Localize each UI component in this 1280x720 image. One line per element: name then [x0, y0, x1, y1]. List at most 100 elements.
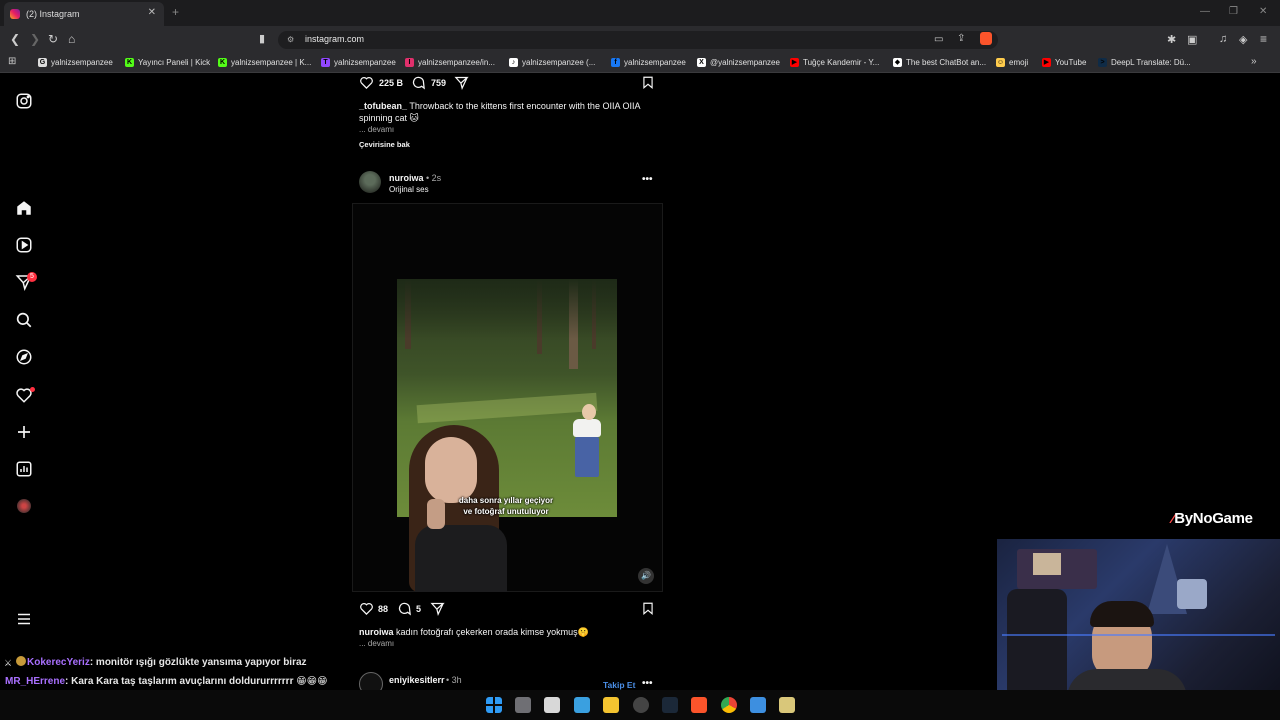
chat-avatar-icon: [16, 656, 26, 666]
save-bookmark-icon[interactable]: [641, 75, 655, 90]
save-bookmark-icon[interactable]: [641, 601, 655, 616]
more-bookmarks-icon[interactable]: »: [1251, 56, 1257, 67]
bookmark-item[interactable]: Iyalnizsempanzee/in...: [405, 58, 495, 67]
app-icon-1[interactable]: [544, 697, 560, 713]
post3-username[interactable]: eniyikesitlerr: [389, 675, 445, 685]
minimize-icon[interactable]: —: [1200, 6, 1210, 17]
create-plus-icon[interactable]: [15, 423, 33, 441]
like-icon[interactable]: [359, 75, 374, 90]
post2-username[interactable]: nuroiwa: [389, 173, 424, 183]
address-bar[interactable]: [278, 31, 998, 49]
post1-caption: _tofubean_ Throwback to the kittens firs…: [359, 100, 659, 124]
bookmark-favicon-icon: ☺: [996, 58, 1005, 67]
bookmark-favicon-icon: f: [611, 58, 620, 67]
bookmark-favicon-icon: G: [38, 58, 47, 67]
extensions-icon[interactable]: ✱: [1167, 33, 1176, 46]
share-icon[interactable]: [430, 601, 445, 616]
task-view-icon[interactable]: [515, 697, 531, 713]
sidebar-toggle-icon[interactable]: ▣: [1187, 33, 1197, 46]
comment-icon[interactable]: [397, 601, 412, 616]
bookmark-label: yalnizsempanzee | K...: [231, 58, 312, 67]
home-icon[interactable]: ⌂: [68, 32, 75, 46]
bookmark-item[interactable]: ◆ The best ChatBot an...: [893, 58, 986, 67]
post2-avatar[interactable]: [359, 171, 381, 193]
post2-caption: nuroiwa kadın fotoğrafı çekerken orada k…: [359, 627, 589, 638]
chat-text-2: : Kara Kara taş taşlarım avuçlarını dold…: [65, 676, 328, 687]
bookmark-favicon-icon: K: [218, 58, 227, 67]
site-info-icon[interactable]: ⚙: [287, 35, 294, 44]
post1-like-count: 225 B: [379, 78, 404, 88]
profile-avatar[interactable]: [17, 499, 31, 513]
bookmark-item[interactable]: f yalnizsempanzee: [611, 58, 686, 67]
bookmark-label: Yayıncı Paneli | Kick: [138, 58, 211, 67]
maximize-icon[interactable]: ❐: [1229, 6, 1238, 17]
home-nav-icon[interactable]: [15, 199, 33, 217]
mute-toggle-icon[interactable]: 🔊: [638, 568, 654, 584]
like-icon[interactable]: [359, 601, 374, 616]
instagram-logo-icon[interactable]: [15, 92, 33, 110]
bookmark-favicon-icon: ▶: [790, 58, 799, 67]
share-icon[interactable]: ⇪: [957, 33, 965, 44]
more-menu-icon[interactable]: [15, 610, 33, 628]
menu-icon[interactable]: ≡: [1260, 32, 1267, 46]
windows-start-icon[interactable]: [486, 697, 502, 713]
obs-icon[interactable]: [633, 697, 649, 713]
share-icon[interactable]: [454, 75, 469, 90]
post3-follow-button[interactable]: Takip Et: [603, 680, 635, 690]
new-tab-button[interactable]: +: [172, 5, 179, 19]
post2-like-count: 88: [378, 604, 389, 614]
app-icon-2[interactable]: [779, 697, 795, 713]
bookmark-item[interactable]: ☺ emoji: [996, 58, 1028, 67]
bookmark-item[interactable]: K Yayıncı Paneli | Kick: [125, 58, 210, 67]
reels-icon[interactable]: [15, 236, 33, 254]
explore-icon[interactable]: [15, 348, 33, 366]
steam-icon[interactable]: [662, 697, 678, 713]
bookmark-item[interactable]: X @yalnizsempanzee: [697, 58, 780, 67]
photos-icon[interactable]: [574, 697, 590, 713]
tab-instagram[interactable]: (2) Instagram ✕: [4, 2, 164, 26]
window-close-icon[interactable]: ✕: [1259, 6, 1267, 17]
vpn-icon[interactable]: ◈: [1239, 33, 1247, 46]
brave-shield-icon[interactable]: [980, 32, 992, 45]
bookmark-item[interactable]: Kyalnizsempanzee | K...: [218, 58, 311, 67]
bookmark-item[interactable]: ▶ Tuğçe Kandemir - Y...: [790, 58, 879, 67]
reload-icon[interactable]: ↻: [48, 32, 58, 46]
bookmark-item[interactable]: Tyalnizsempanzee: [321, 58, 396, 67]
tab-close-icon[interactable]: ✕: [148, 7, 156, 18]
apps-grid-icon[interactable]: ⊞: [8, 56, 16, 67]
bookmark-item[interactable]: Gyalnizsempanzee: [38, 58, 113, 67]
media-icon[interactable]: ♫: [1219, 33, 1227, 45]
post1-more-link[interactable]: ... devamı: [359, 125, 394, 134]
notepad-icon[interactable]: [750, 697, 766, 713]
url-text[interactable]: instagram.com: [305, 34, 364, 44]
post2-time: • 2s: [426, 173, 442, 183]
bookmark-label: The best ChatBot an...: [906, 58, 987, 67]
post2-more-link[interactable]: ... devamı: [359, 639, 394, 648]
messages-badge: 5: [27, 272, 37, 282]
bookmark-favicon-icon: X: [697, 58, 706, 67]
post1-translate-link[interactable]: Çevirisine bak: [359, 140, 410, 149]
brave-browser-icon[interactable]: [691, 697, 707, 713]
file-explorer-icon[interactable]: [603, 697, 619, 713]
back-icon[interactable]: ❮: [10, 32, 20, 46]
comment-icon[interactable]: [411, 75, 426, 90]
post2-caption-user[interactable]: nuroiwa: [359, 627, 394, 637]
bookmark-item[interactable]: > DeepL Translate: Dü...: [1098, 58, 1191, 67]
stream-logo-text: ByNoGame: [1174, 510, 1253, 527]
cast-icon[interactable]: ▭: [934, 34, 943, 45]
post2-audio[interactable]: Orijinal ses: [389, 185, 429, 194]
bookmark-label: emoji: [1009, 58, 1029, 67]
search-icon[interactable]: [15, 311, 33, 329]
bookmark-item[interactable]: ▶ YouTube: [1042, 58, 1086, 67]
dashboard-icon[interactable]: [15, 460, 33, 478]
post1-username[interactable]: _tofubean_: [359, 101, 407, 111]
forward-icon[interactable]: ❯: [30, 32, 40, 46]
chat-badge-icon: ⚔: [4, 658, 13, 668]
bookmark-item[interactable]: ♪ yalnizsempanzee (...: [509, 58, 595, 67]
bookmark-favicon-icon: ◆: [893, 58, 902, 67]
post2-options-icon[interactable]: •••: [642, 174, 653, 185]
bookmark-page-icon[interactable]: ▮: [259, 32, 265, 45]
chat-user-1: KokerecYeriz: [27, 657, 90, 668]
chrome-icon[interactable]: [721, 697, 737, 713]
post3-options-icon[interactable]: •••: [642, 678, 653, 689]
